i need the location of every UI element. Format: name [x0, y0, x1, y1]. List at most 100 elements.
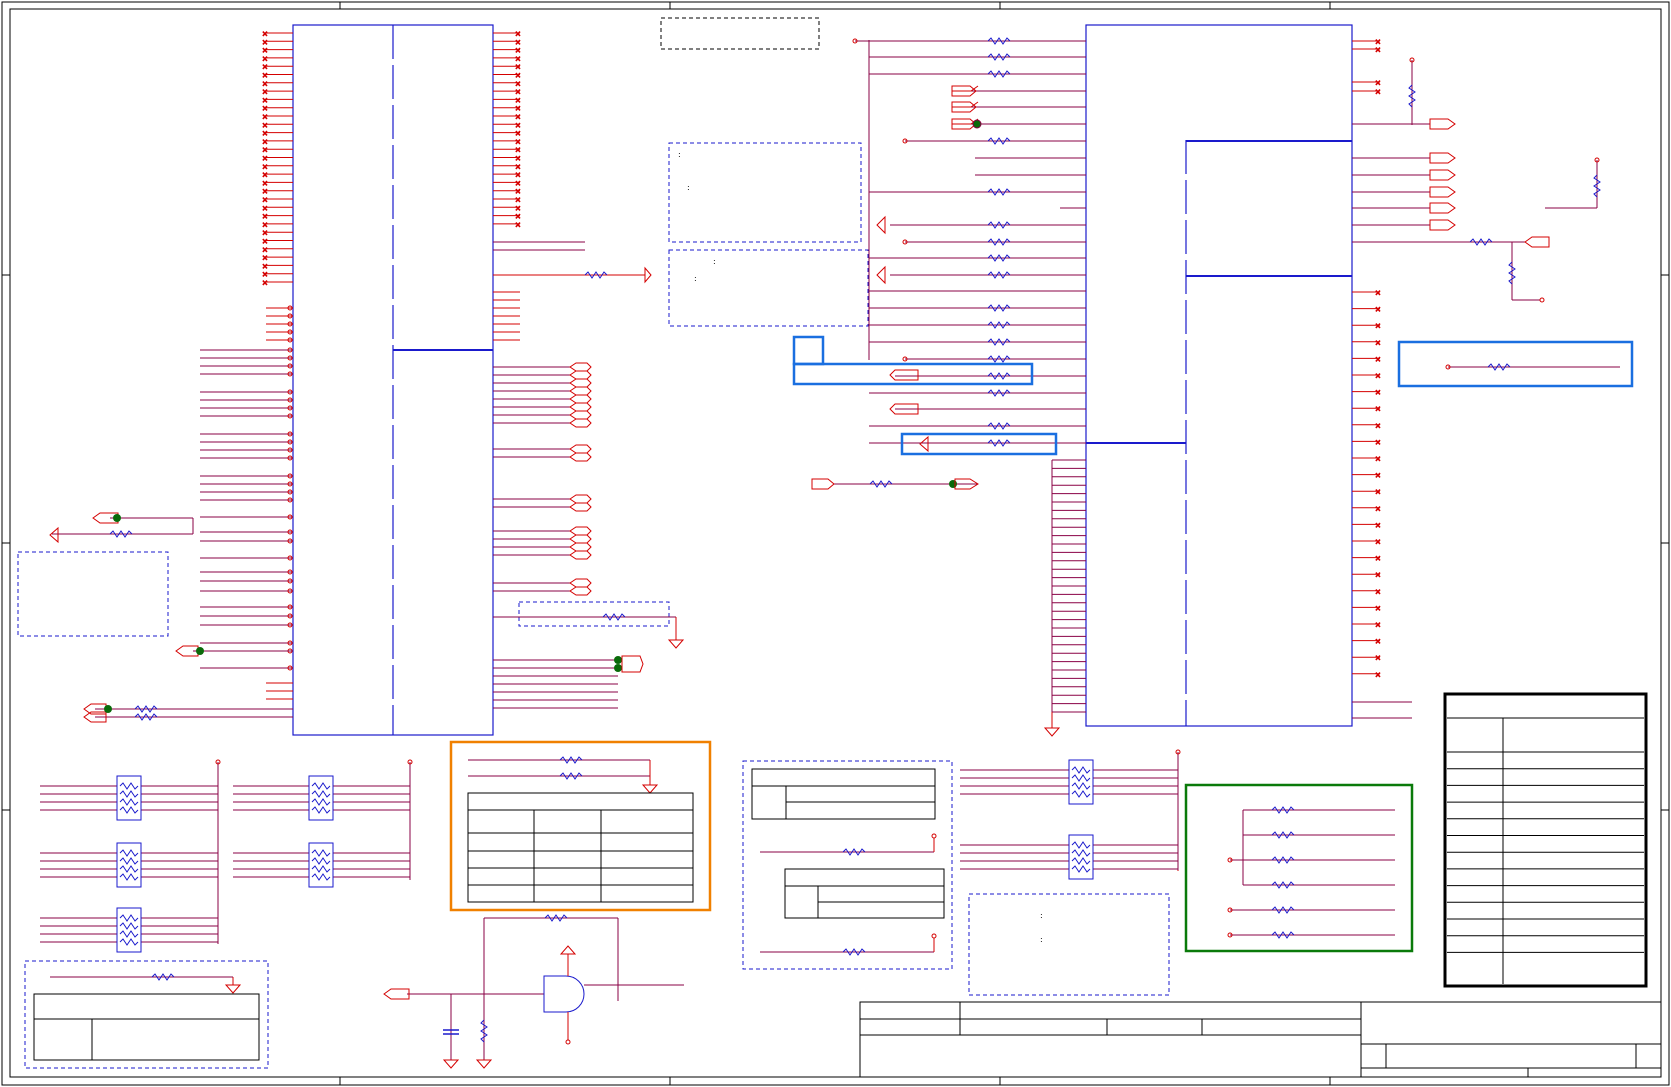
no-connect-mark: × [515, 72, 521, 80]
no-connect-mark: × [262, 196, 268, 204]
ground-icon [876, 265, 886, 285]
no-connect-mark: × [262, 279, 268, 287]
no-connect-mark: × [515, 63, 521, 71]
no-connect-mark: × [515, 113, 521, 121]
resistor-pack-icon [1068, 834, 1094, 880]
no-connect-mark: × [262, 30, 268, 38]
offpage-connector-icon [569, 534, 592, 544]
no-connect-mark: × [1375, 389, 1381, 397]
ground-icon [475, 1059, 493, 1069]
ground-icon [641, 784, 659, 794]
no-connect-mark: × [515, 221, 521, 229]
resistor-packs [40, 759, 413, 953]
note-box-mid-1 [668, 142, 862, 243]
revision-table [1443, 692, 1648, 988]
offpage-connector-icon [1429, 186, 1456, 198]
highlight-box-blue-3 [900, 432, 1058, 456]
no-connect-mark: × [515, 213, 521, 221]
bottom-left-box-content [33, 973, 260, 1061]
junction-dot [614, 656, 622, 664]
no-connect-mark: × [1375, 488, 1381, 496]
no-connect-mark: × [262, 47, 268, 55]
junction-dot [113, 514, 121, 522]
no-connect-mark: × [1375, 88, 1381, 96]
no-connect-mark: × [262, 229, 268, 237]
resistor-pack [40, 775, 219, 821]
no-connect-mark: × [515, 38, 521, 46]
no-connect-mark: × [262, 80, 268, 88]
power-arrow-icon [644, 266, 652, 284]
no-connect-mark: × [262, 246, 268, 254]
note-mark: : [678, 150, 681, 159]
no-connect-mark: × [515, 146, 521, 154]
no-connect-mark: × [515, 196, 521, 204]
no-connect-mark: × [515, 204, 521, 212]
note-box-bottom-mid [968, 893, 1170, 996]
no-connect-mark: × [262, 204, 268, 212]
left-bus-lines [200, 347, 293, 700]
power-arrow-icon [559, 945, 577, 955]
zone-ticks [2, 2, 1669, 1085]
ground-icon [49, 526, 59, 544]
no-connect-mark: × [1375, 355, 1381, 363]
no-connect-mark: × [262, 179, 268, 187]
no-connect-mark: × [262, 238, 268, 246]
no-connect-mark: × [262, 262, 268, 270]
ic-left-pins-right: ×××××××××××××××××××××××× [493, 30, 618, 709]
no-connect-mark: × [515, 188, 521, 196]
no-connect-mark: × [1375, 455, 1381, 463]
highlight-box-blue-1 [792, 335, 825, 366]
left-ic-lower-circuits [493, 613, 685, 673]
no-connect-mark: × [515, 47, 521, 55]
no-connect-mark: × [1375, 46, 1381, 54]
no-connect-mark: × [1375, 405, 1381, 413]
no-connect-mark: × [1375, 422, 1381, 430]
offpage-connector-icon [569, 418, 592, 428]
offpage-connector-icon [569, 402, 592, 412]
ic-left-pins-left: ××××××××××××××××××××××××××××××× [262, 30, 293, 343]
no-connect-mark: × [262, 254, 268, 262]
no-connect-mark: × [515, 130, 521, 138]
note-mark: : [687, 183, 690, 192]
junction-dot [949, 480, 957, 488]
resistor-pack [233, 842, 411, 888]
junction-dot [196, 647, 204, 655]
no-connect-mark: × [262, 72, 268, 80]
junction-dot [614, 664, 622, 672]
no-connect-mark: × [515, 88, 521, 96]
offpage-connector-icon [1429, 202, 1456, 214]
strap-box-content [751, 768, 945, 956]
no-connect-mark: × [262, 88, 268, 96]
no-connect-mark: × [262, 138, 268, 146]
ic-left [292, 24, 494, 736]
offpage-connector-icon [569, 494, 592, 504]
no-connect-mark: × [515, 80, 521, 88]
ic-right-pins-left [852, 38, 1086, 713]
no-connect-mark: × [262, 55, 268, 63]
left-misc-circuits [49, 512, 293, 723]
highlight-box-blue-4 [1397, 340, 1634, 388]
no-connect-mark: × [262, 221, 268, 229]
offpage-connector-icon [569, 542, 592, 552]
note-mark: : [1040, 935, 1043, 944]
right-ic-right-circuits [1352, 57, 1601, 719]
resistor-pack-icon [308, 842, 334, 888]
sheet-border [1, 1, 1670, 1086]
no-connect-mark: × [262, 271, 268, 279]
ic-right-pins-right: ×××××××××××××××××××××××××××× [1352, 38, 1456, 679]
no-connect-mark: × [515, 138, 521, 146]
green-box-resistors [1227, 806, 1395, 939]
offpage-connector-icon [1429, 152, 1456, 164]
offpage-connector-icon [569, 586, 592, 596]
no-connect-mark: × [1375, 472, 1381, 480]
note-box-mid-2 [668, 249, 869, 327]
orange-box-content [467, 756, 694, 903]
no-connect-mark: × [262, 155, 268, 163]
no-connect-mark: × [1375, 654, 1381, 662]
no-connect-mark: × [1375, 538, 1381, 546]
no-connect-mark: × [1375, 621, 1381, 629]
no-connect-mark: × [1375, 638, 1381, 646]
ground-icon [1043, 727, 1061, 737]
resistor-pack [40, 842, 219, 888]
wire [952, 101, 979, 108]
